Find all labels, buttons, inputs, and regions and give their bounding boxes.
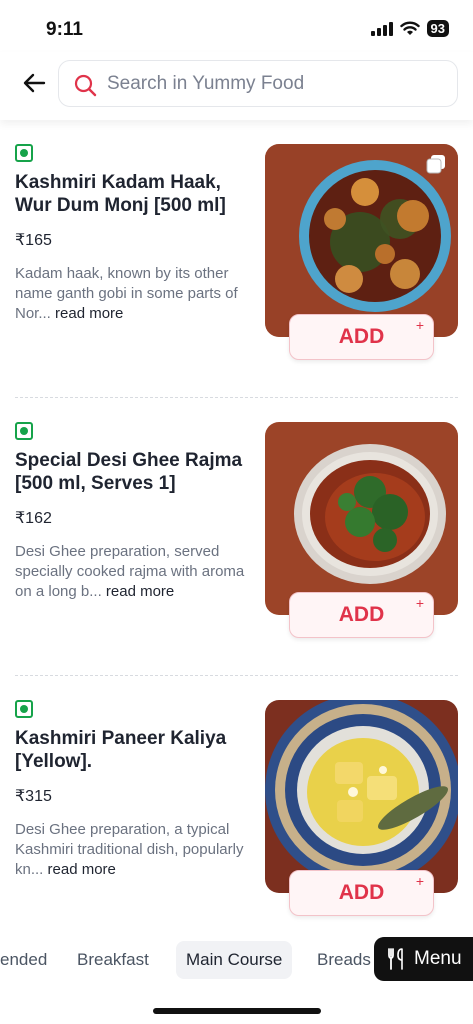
search-input[interactable] (107, 61, 437, 106)
add-button-label: ADD (338, 603, 385, 626)
add-button[interactable]: ADD + (289, 592, 434, 638)
search-icon (74, 74, 97, 97)
category-tab-recommended[interactable]: ended (0, 941, 57, 979)
read-more-link[interactable]: read more (48, 861, 116, 878)
wifi-icon (399, 21, 420, 35)
battery-indicator: 93 (426, 20, 449, 37)
menu-button-label: Menu (414, 948, 462, 969)
item-name: Kashmiri Kadam Haak, Wur Dum Monj [500 m… (15, 172, 226, 216)
add-button[interactable]: ADD + (289, 870, 434, 916)
category-bar: ended Breakfast Main Course Breads Menu (0, 935, 473, 985)
home-indicator (153, 1008, 321, 1014)
search-box[interactable] (58, 60, 458, 107)
read-more-link[interactable]: read more (106, 583, 174, 600)
plus-icon: + (415, 317, 424, 333)
add-button[interactable]: ADD + (289, 314, 434, 360)
item-image[interactable] (265, 700, 458, 893)
menu-button[interactable]: Menu (374, 937, 473, 981)
item-price: ₹165 (15, 232, 52, 249)
menu-item: Special Desi Ghee Rajma [500 ml, Serves … (0, 398, 473, 676)
header (0, 52, 473, 120)
add-button-label: ADD (338, 325, 385, 348)
menu-item: Kashmiri Kadam Haak, Wur Dum Monj [500 m… (0, 120, 473, 398)
category-tab-breads[interactable]: Breads (307, 941, 381, 979)
item-name: Kashmiri Paneer Kaliya [Yellow]. (15, 728, 227, 772)
item-image[interactable] (265, 422, 458, 615)
veg-icon (15, 700, 33, 718)
status-bar: 9:11 93 (0, 0, 473, 52)
item-description: Kadam haak, known by its other name gant… (15, 264, 255, 324)
rajma-dish-image (265, 422, 458, 615)
multiple-images-icon (426, 155, 445, 174)
category-tab-breakfast[interactable]: Breakfast (67, 941, 159, 979)
back-arrow-icon[interactable] (20, 68, 50, 98)
item-description: Desi Ghee preparation, a typical Kashmir… (15, 820, 255, 880)
category-tab-main-course[interactable]: Main Course (176, 941, 293, 979)
menu-item: Kashmiri Paneer Kaliya [Yellow]. ₹315 De… (0, 676, 473, 935)
signal-icon (370, 21, 393, 36)
read-more-link[interactable]: read more (55, 305, 123, 322)
item-price: ₹315 (15, 788, 52, 805)
plus-icon: + (415, 873, 424, 889)
fork-knife-icon (388, 948, 403, 970)
add-button-label: ADD (338, 881, 385, 904)
plus-icon: + (415, 595, 424, 611)
paneer-kaliya-dish-image (265, 700, 458, 893)
item-price: ₹162 (15, 510, 52, 527)
item-name: Special Desi Ghee Rajma [500 ml, Serves … (15, 450, 243, 494)
item-description: Desi Ghee preparation, served specially … (15, 542, 255, 602)
status-icons: 93 (370, 20, 449, 37)
item-description-text: Kadam haak, known by its other name gant… (15, 265, 238, 322)
veg-icon (15, 422, 33, 440)
menu-item-list: Kashmiri Kadam Haak, Wur Dum Monj [500 m… (0, 120, 473, 935)
veg-icon (15, 144, 33, 162)
status-time: 9:11 (46, 19, 83, 40)
